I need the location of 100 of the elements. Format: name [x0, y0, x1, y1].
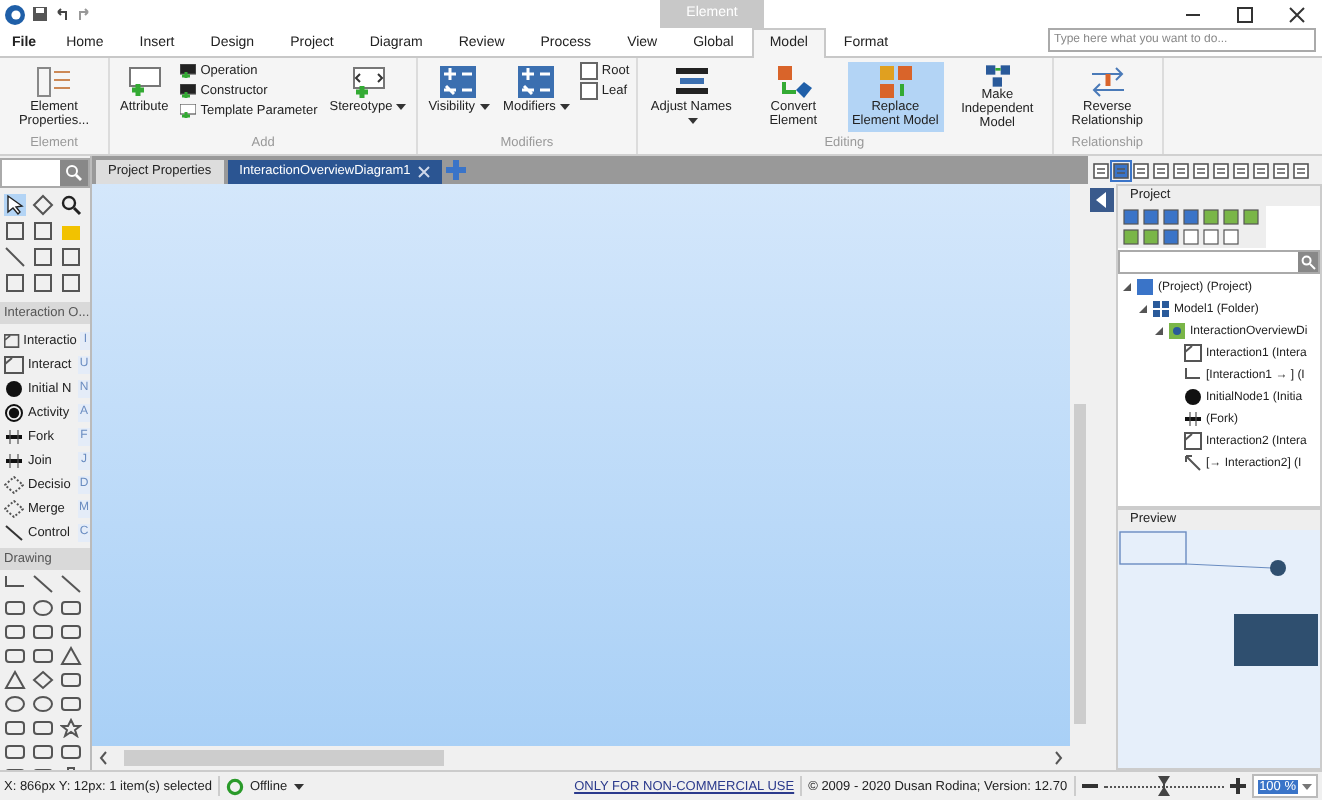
panel-toolbar-icon[interactable] — [1172, 161, 1190, 179]
shape-tool-icon[interactable] — [60, 646, 82, 666]
panel-toolbar-icon[interactable] — [1112, 161, 1130, 179]
bullseye-icon — [4, 403, 24, 421]
tool-icon[interactable] — [32, 194, 54, 216]
plus-minus-icon — [438, 64, 479, 100]
tool-icon[interactable] — [60, 194, 82, 216]
shape-tool-icon[interactable] — [60, 718, 82, 738]
zoom-out-icon[interactable] — [1081, 778, 1098, 794]
shape-tool-icon[interactable] — [32, 598, 54, 618]
tree-node-icon — [1184, 366, 1202, 384]
bar-icon — [4, 427, 24, 445]
tool-icon[interactable] — [60, 246, 82, 268]
panel-toolbar-icon[interactable] — [1212, 161, 1230, 179]
shape-tool-icon[interactable] — [32, 718, 54, 738]
shape-tool-icon[interactable] — [60, 742, 82, 762]
zoom-in-icon[interactable] — [1229, 778, 1246, 794]
shape-tool-icon[interactable] — [4, 742, 26, 762]
shape-tool-icon[interactable] — [60, 574, 82, 594]
bar-icon — [4, 451, 24, 469]
project-search-field[interactable] — [1118, 250, 1320, 274]
tree-node-icon — [1136, 278, 1154, 296]
shape-tool-icon[interactable] — [4, 622, 26, 642]
shape-tool-icon[interactable] — [32, 742, 54, 762]
checkbox[interactable] — [579, 82, 598, 100]
tool-icon[interactable] — [32, 246, 54, 268]
tree-node-icon — [1184, 388, 1202, 406]
shape-tool-icon[interactable] — [60, 622, 82, 642]
tree-node-icon — [1152, 300, 1170, 318]
expand-arrow-icon[interactable] — [1122, 282, 1132, 292]
panel-toolbar-icon[interactable] — [1152, 161, 1170, 179]
caret-icon — [479, 103, 490, 110]
undo-icon[interactable] — [54, 6, 70, 22]
caret-icon — [1302, 783, 1312, 789]
tree-node-icon — [1168, 322, 1186, 340]
maximize-icon[interactable] — [1236, 5, 1254, 23]
frame-icon — [4, 355, 24, 373]
tree-node-icon — [1184, 344, 1202, 362]
shape-tool-icon[interactable] — [32, 646, 54, 666]
toolbox-search-field[interactable] — [0, 158, 90, 188]
shape-tool-icon[interactable] — [4, 694, 26, 714]
shape-tool-icon[interactable] — [32, 670, 54, 690]
stereotype-icon — [347, 64, 388, 100]
list-icon — [34, 64, 74, 100]
tool-icon[interactable] — [32, 220, 54, 242]
close-icon[interactable] — [1288, 5, 1306, 23]
add-element-icon — [180, 84, 197, 98]
shape-tool-icon[interactable] — [4, 646, 26, 666]
scroll-left-icon[interactable] — [98, 750, 110, 766]
redo-icon[interactable] — [76, 6, 92, 22]
line-icon — [4, 523, 24, 541]
add-element-icon — [180, 104, 197, 118]
tool-icon[interactable] — [60, 272, 82, 294]
add-element-icon — [180, 64, 197, 78]
panel-toolbar-icon[interactable] — [1192, 161, 1210, 179]
panel-toolbar-icon[interactable] — [1232, 161, 1250, 179]
panel-toolbar-icon[interactable] — [1252, 161, 1270, 179]
add-element-icon — [124, 64, 165, 100]
caret-icon[interactable] — [293, 783, 304, 789]
shape-tool-icon[interactable] — [60, 694, 82, 714]
collapse-panel-icon[interactable] — [1090, 188, 1114, 212]
expand-arrow-icon[interactable] — [1154, 326, 1164, 336]
shape-tool-icon[interactable] — [4, 598, 26, 618]
zoom-slider-thumb[interactable] — [1157, 776, 1170, 796]
panel-toolbar-icon[interactable] — [1292, 161, 1310, 179]
panel-toolbar-icon[interactable] — [1272, 161, 1290, 179]
panel-toolbar-icon[interactable] — [1092, 161, 1110, 179]
plus-minus-icon — [516, 64, 557, 100]
expand-arrow-icon[interactable] — [1138, 304, 1148, 314]
convert-icon — [773, 64, 814, 100]
text-lines-icon — [671, 64, 712, 100]
caret-icon — [396, 103, 407, 110]
tool-icon[interactable] — [4, 272, 26, 294]
shape-tool-icon[interactable] — [4, 718, 26, 738]
tool-icon[interactable] — [4, 194, 26, 216]
shape-tool-icon[interactable] — [60, 670, 82, 690]
caret-icon — [559, 103, 570, 110]
tool-icon[interactable] — [32, 272, 54, 294]
swap-arrows-icon — [1087, 64, 1128, 100]
search-icon[interactable] — [1298, 252, 1318, 272]
tree-node-icon — [1184, 432, 1202, 450]
shape-tool-icon[interactable] — [32, 622, 54, 642]
tree-node-icon — [1184, 410, 1202, 428]
shape-tool-icon[interactable] — [32, 694, 54, 714]
tree-node-icon — [1184, 454, 1202, 472]
sync-icon[interactable] — [225, 777, 244, 795]
save-icon[interactable] — [32, 6, 48, 22]
shape-tool-icon[interactable] — [60, 598, 82, 618]
scroll-right-icon[interactable] — [1052, 750, 1064, 766]
panel-toolbar-icon[interactable] — [1132, 161, 1150, 179]
shape-tool-icon[interactable] — [32, 574, 54, 594]
shape-tool-icon[interactable] — [4, 670, 26, 690]
caret-icon — [688, 117, 699, 124]
filled-circle-icon — [4, 379, 24, 397]
squares-icon — [875, 64, 916, 100]
tool-icon[interactable] — [4, 220, 26, 242]
tool-icon[interactable] — [4, 246, 26, 268]
checkbox[interactable] — [579, 62, 598, 80]
frame-icon — [4, 331, 20, 349]
zoom-slider[interactable] — [1103, 776, 1224, 796]
